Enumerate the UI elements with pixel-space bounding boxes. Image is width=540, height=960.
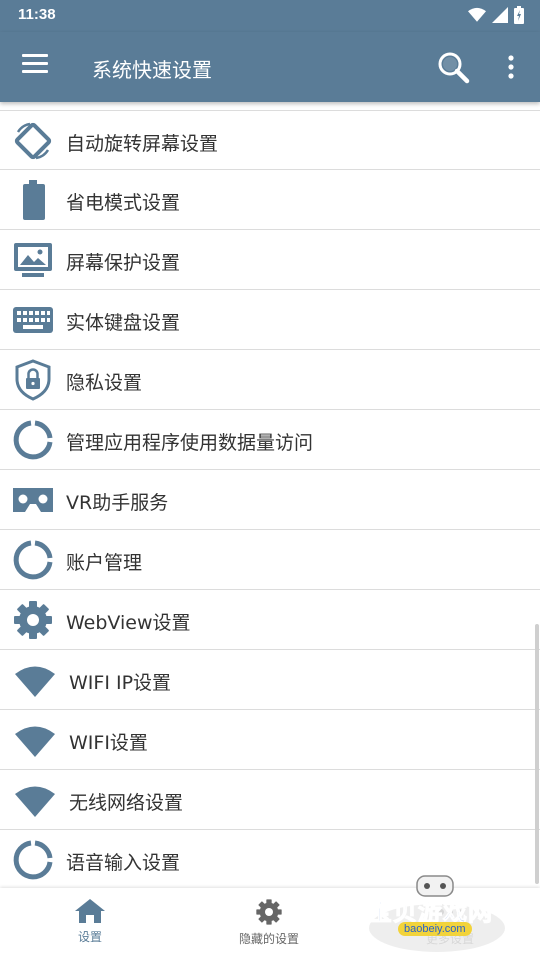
status-time: 11:38 xyxy=(18,6,56,23)
list-item-wireless[interactable]: 无线网络设置 xyxy=(0,770,540,830)
vr-headset-icon xyxy=(13,488,53,512)
menu-icon-bar xyxy=(22,54,48,57)
data-usage-icon xyxy=(13,420,53,460)
list-item-label: 省电模式设置 xyxy=(66,192,181,214)
gear-icon xyxy=(14,601,52,639)
status-icons xyxy=(468,6,524,24)
nav-label: 设置 xyxy=(77,930,102,944)
list-item-label: 隐私设置 xyxy=(66,372,143,394)
home-icon xyxy=(75,899,105,923)
list-item-label: 屏幕保护设置 xyxy=(66,252,181,274)
gear-icon xyxy=(256,899,282,925)
list-item-label: 自动旋转屏幕设置 xyxy=(66,133,219,155)
list-item-screensaver[interactable]: 屏幕保护设置 xyxy=(0,230,540,290)
list-item-label: WIFI设置 xyxy=(69,732,148,754)
list-item-auto-rotate[interactable]: 自动旋转屏幕设置 xyxy=(0,110,540,170)
list-item-label: WebView设置 xyxy=(66,612,191,634)
overflow-menu-button[interactable] xyxy=(500,52,522,82)
cell-signal-icon xyxy=(492,7,508,23)
privacy-shield-icon xyxy=(15,359,51,401)
search-icon xyxy=(438,52,470,84)
wifi-icon xyxy=(15,726,55,757)
nav-item-settings[interactable]: 设置 xyxy=(30,898,150,945)
list-item-label: 管理应用程序使用数据量访问 xyxy=(66,432,314,454)
nav-item-more-settings[interactable]: 更多设置 xyxy=(390,898,510,947)
list-item-label: 语音输入设置 xyxy=(66,852,181,874)
wifi-icon xyxy=(15,786,55,817)
status-bar: 11:38 xyxy=(0,0,540,32)
list-item-webview[interactable]: WebView设置 xyxy=(0,590,540,650)
scrollbar[interactable] xyxy=(535,624,539,884)
list-item-vr-helper[interactable]: VR助手服务 xyxy=(0,470,540,530)
wifi-signal-icon xyxy=(468,7,486,22)
menu-button[interactable] xyxy=(22,54,48,78)
page-title: 系统快速设置 xyxy=(92,58,212,82)
list-item-keyboard[interactable]: 实体键盘设置 xyxy=(0,290,540,350)
list-item-privacy[interactable]: 隐私设置 xyxy=(0,350,540,410)
list-item-label: 实体键盘设置 xyxy=(66,312,181,334)
list-item-label: WIFI IP设置 xyxy=(69,672,172,694)
wifi-icon xyxy=(15,666,55,697)
menu-icon-bar xyxy=(22,62,48,65)
keyboard-icon xyxy=(13,307,53,333)
account-icon xyxy=(13,540,53,580)
battery-icon xyxy=(23,180,45,220)
rotate-screen-icon xyxy=(14,122,52,160)
list-item-power-saving[interactable]: 省电模式设置 xyxy=(0,170,540,230)
nav-item-hidden-settings[interactable]: 隐藏的设置 xyxy=(209,898,329,947)
nav-label: 更多设置 xyxy=(425,932,474,946)
more-vert-icon xyxy=(508,55,514,79)
nav-label: 隐藏的设置 xyxy=(238,932,299,946)
menu-icon-bar xyxy=(22,70,48,73)
list-item-data-usage[interactable]: 管理应用程序使用数据量访问 xyxy=(0,410,540,470)
list-item-wifi[interactable]: WIFI设置 xyxy=(0,710,540,770)
settings-list: 自动旋转屏幕设置 省电模式设置 屏幕保护设置 实体键盘设置 隐私设置 管理应用程… xyxy=(0,110,540,890)
screensaver-icon xyxy=(14,243,52,277)
search-button[interactable] xyxy=(436,50,470,84)
list-item-label: 账户管理 xyxy=(66,552,143,574)
battery-status-icon xyxy=(514,6,524,24)
voice-input-icon xyxy=(13,840,53,880)
list-item-label: 无线网络设置 xyxy=(69,792,184,814)
list-item-label: VR助手服务 xyxy=(66,492,169,514)
bottom-nav: 设置 隐藏的设置 更多设置 xyxy=(0,888,540,960)
app-bar: 系统快速设置 xyxy=(0,32,540,102)
list-item-wifi-ip[interactable]: WIFI IP设置 xyxy=(0,650,540,710)
more-icon xyxy=(438,909,462,915)
list-item-voice-input[interactable]: 语音输入设置 xyxy=(0,830,540,890)
list-item-accounts[interactable]: 账户管理 xyxy=(0,530,540,590)
